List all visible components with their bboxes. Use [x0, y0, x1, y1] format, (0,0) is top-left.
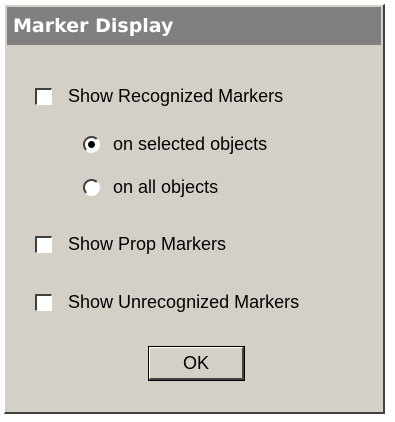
show-unrecognized-markers-checkbox-row[interactable]: Show Unrecognized Markers	[35, 290, 299, 314]
on-selected-objects-radio-row[interactable]: on selected objects	[83, 132, 267, 156]
show-recognized-markers-checkbox[interactable]	[35, 87, 52, 105]
show-unrecognized-markers-checkbox[interactable]	[35, 293, 52, 311]
on-selected-objects-radio[interactable]	[83, 135, 100, 153]
marker-display-dialog: Marker Display Show Recognized Markers o…	[4, 4, 385, 414]
ok-button[interactable]: OK	[148, 346, 245, 381]
dialog-title: Marker Display	[7, 7, 381, 45]
on-all-objects-radio-row[interactable]: on all objects	[83, 175, 218, 199]
show-recognized-markers-label: Show Recognized Markers	[68, 85, 284, 106]
show-unrecognized-markers-label: Show Unrecognized Markers	[68, 291, 300, 312]
show-recognized-markers-checkbox-row[interactable]: Show Recognized Markers	[35, 84, 283, 108]
on-selected-objects-label: on selected objects	[113, 133, 268, 154]
show-prop-markers-checkbox-row[interactable]: Show Prop Markers	[35, 232, 226, 256]
show-prop-markers-label: Show Prop Markers	[68, 233, 227, 254]
show-prop-markers-checkbox[interactable]	[35, 235, 52, 253]
on-all-objects-radio[interactable]	[83, 178, 100, 196]
on-all-objects-label: on all objects	[113, 176, 219, 197]
radio-selected-dot-icon	[88, 140, 95, 148]
